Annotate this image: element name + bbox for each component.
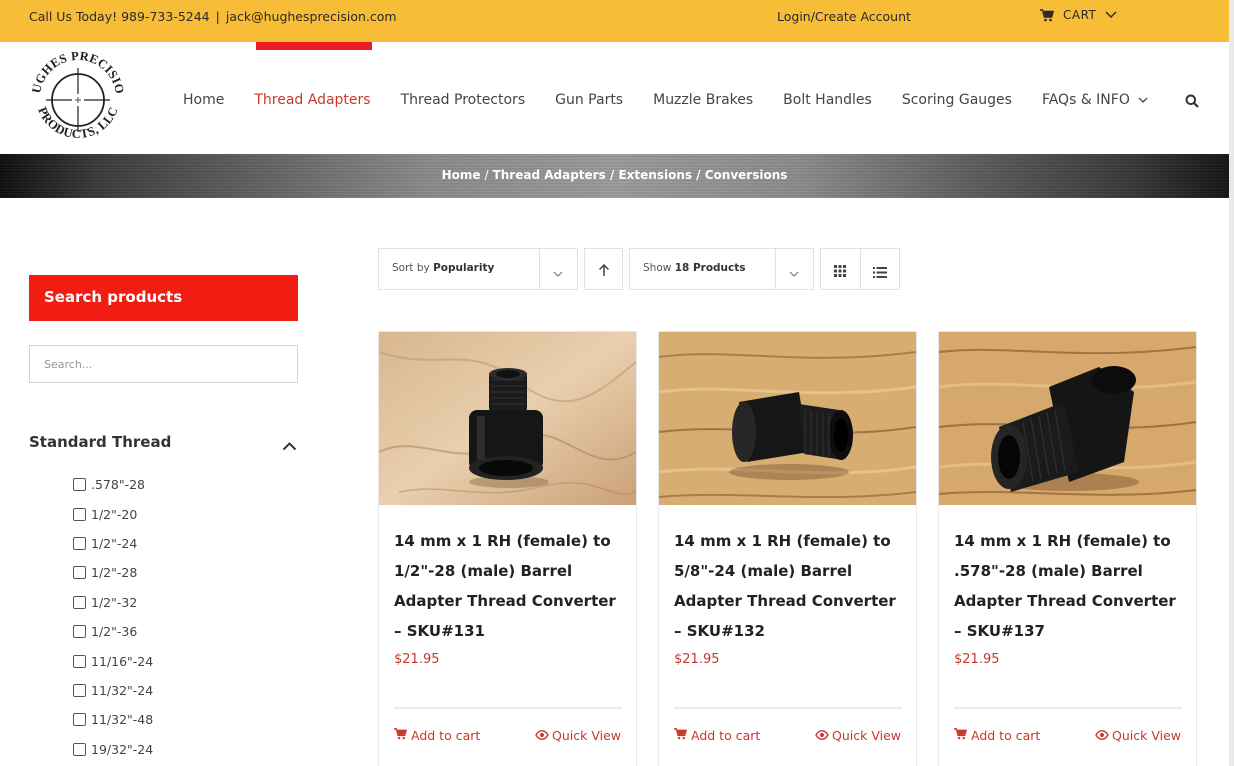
eye-icon xyxy=(535,728,549,743)
breadcrumb-separator: / xyxy=(484,168,489,182)
cart-icon xyxy=(674,728,688,743)
email-link[interactable]: jack@hughesprecision.com xyxy=(226,9,397,24)
nav-item-thread-protectors[interactable]: Thread Protectors xyxy=(401,92,526,108)
filter-checkbox[interactable] xyxy=(73,713,86,727)
filter-checkbox[interactable] xyxy=(73,536,86,550)
logo[interactable]: HUGHES PRECISION PRODUCTS, LLC xyxy=(21,33,130,152)
filter-checkbox[interactable] xyxy=(73,595,86,609)
eye-icon xyxy=(815,728,829,743)
product-image[interactable] xyxy=(379,332,636,505)
filter-title[interactable]: Standard Thread xyxy=(29,433,171,451)
filter-checkbox[interactable] xyxy=(73,478,86,492)
breadcrumb-home[interactable]: Home xyxy=(442,168,481,182)
main-nav: Home Thread Adapters Thread Protectors G… xyxy=(183,92,1199,108)
divider xyxy=(539,249,540,289)
divider xyxy=(674,707,902,709)
cart-icon xyxy=(954,728,968,743)
chevron-down-icon xyxy=(789,263,799,282)
show-prefix: Show xyxy=(643,262,672,274)
phone-text: Call Us Today! 989-733-5244 xyxy=(29,9,210,24)
nav-item-scoring-gauges[interactable]: Scoring Gauges xyxy=(902,92,1012,108)
list-item[interactable]: 11/32"-48 xyxy=(73,705,153,734)
cart-icon xyxy=(394,728,408,743)
thread-filter-list: .578"-28 1/2"-20 1/2"-24 1/2"-28 1/2"-32… xyxy=(73,470,153,764)
nav-item-gun-parts[interactable]: Gun Parts xyxy=(555,92,623,108)
list-item[interactable]: 1/2"-28 xyxy=(73,558,153,587)
product-card: 14 mm x 1 RH (female) to 5/8"-24 (male) … xyxy=(658,331,917,766)
add-to-cart-button[interactable]: Add to cart xyxy=(674,728,760,743)
list-item[interactable]: 11/16"-24 xyxy=(73,646,153,675)
chevron-down-icon xyxy=(1105,11,1117,19)
site-header: HUGHES PRECISION PRODUCTS, LLC Home Thre… xyxy=(0,33,1229,154)
product-title[interactable]: 14 mm x 1 RH (female) to .578"-28 (male)… xyxy=(954,526,1182,646)
product-price: $21.95 xyxy=(674,652,720,667)
breadcrumb-current: Thread Adapters / Extensions / Conversio… xyxy=(492,168,788,182)
quick-view-button[interactable]: Quick View xyxy=(535,728,621,743)
filter-checkbox[interactable] xyxy=(73,683,86,697)
product-card: 14 mm x 1 RH (female) to .578"-28 (male)… xyxy=(938,331,1197,766)
filter-checkbox[interactable] xyxy=(73,507,86,521)
list-item[interactable]: 1/2"-20 xyxy=(73,499,153,528)
sort-dropdown[interactable]: Sort by Popularity xyxy=(378,248,578,290)
product-title[interactable]: 14 mm x 1 RH (female) to 1/2"-28 (male) … xyxy=(394,526,622,646)
filter-checkbox[interactable] xyxy=(73,625,86,639)
cart-label: CART xyxy=(1063,8,1097,22)
list-item[interactable]: 1/2"-36 xyxy=(73,617,153,646)
filter-checkbox[interactable] xyxy=(73,654,86,668)
page-title-bar: Home / Thread Adapters / Extensions / Conv… xyxy=(0,154,1229,198)
cart-link[interactable]: CART xyxy=(1040,8,1117,22)
list-item[interactable]: 1/2"-32 xyxy=(73,588,153,617)
divider xyxy=(394,707,622,709)
quick-view-button[interactable]: Quick View xyxy=(1095,728,1181,743)
search-input[interactable] xyxy=(29,345,298,383)
list-view-icon[interactable] xyxy=(873,263,887,282)
sort-value: Popularity xyxy=(433,262,495,274)
show-value: 18 Products xyxy=(674,262,746,274)
cart-icon xyxy=(1040,8,1054,22)
grid-view-icon[interactable] xyxy=(834,262,846,281)
chevron-down-icon xyxy=(553,263,563,282)
view-toggle xyxy=(820,248,900,290)
product-price: $21.95 xyxy=(394,652,440,667)
filter-checkbox[interactable] xyxy=(73,742,86,756)
product-title[interactable]: 14 mm x 1 RH (female) to 5/8"-24 (male) … xyxy=(674,526,902,646)
filter-checkbox[interactable] xyxy=(73,566,86,580)
eye-icon xyxy=(1095,728,1109,743)
quick-view-button[interactable]: Quick View xyxy=(815,728,901,743)
list-item[interactable]: 19/32"-24 xyxy=(73,735,153,764)
login-link[interactable]: Login/Create Account xyxy=(777,9,911,24)
scrollbar-track[interactable] xyxy=(1229,0,1234,766)
show-count-dropdown[interactable]: Show 18 Products xyxy=(629,248,814,290)
chevron-down-icon xyxy=(1138,92,1148,108)
chevron-up-icon[interactable] xyxy=(282,436,297,455)
product-image[interactable] xyxy=(659,332,916,505)
product-card: 14 mm x 1 RH (female) to 1/2"-28 (male) … xyxy=(378,331,637,766)
svg-text:HUGHES PRECISION: HUGHES PRECISION xyxy=(26,44,127,95)
divider xyxy=(860,249,861,289)
list-item[interactable]: 11/32"-24 xyxy=(73,676,153,705)
contact-info: Call Us Today! 989-733-5244 | jack@hughesp… xyxy=(29,9,397,24)
contact-separator: | xyxy=(215,9,220,24)
nav-item-muzzle-brakes[interactable]: Muzzle Brakes xyxy=(653,92,753,108)
active-nav-indicator xyxy=(256,42,372,50)
breadcrumb: Home / Thread Adapters / Extensions / Conv… xyxy=(0,168,1229,182)
search-icon[interactable] xyxy=(1185,94,1199,112)
product-image[interactable] xyxy=(939,332,1196,505)
search-products-heading: Search products xyxy=(29,275,298,321)
list-item[interactable]: .578"-28 xyxy=(73,470,153,499)
add-to-cart-button[interactable]: Add to cart xyxy=(394,728,480,743)
nav-item-thread-adapters[interactable]: Thread Adapters xyxy=(254,92,370,108)
product-price: $21.95 xyxy=(954,652,1000,667)
sort-direction-button[interactable] xyxy=(584,248,623,290)
divider xyxy=(775,249,776,289)
nav-item-faqs-info[interactable]: FAQs & INFO xyxy=(1042,92,1148,108)
sort-prefix: Sort by xyxy=(392,262,430,274)
top-bar: Call Us Today! 989-733-5244 | jack@hughesp… xyxy=(0,0,1229,42)
nav-item-home[interactable]: Home xyxy=(183,92,224,108)
nav-item-bolt-handles[interactable]: Bolt Handles xyxy=(783,92,872,108)
divider xyxy=(954,707,1182,709)
list-item[interactable]: 1/2"-24 xyxy=(73,529,153,558)
add-to-cart-button[interactable]: Add to cart xyxy=(954,728,1040,743)
sort-direction-icon xyxy=(598,262,610,281)
